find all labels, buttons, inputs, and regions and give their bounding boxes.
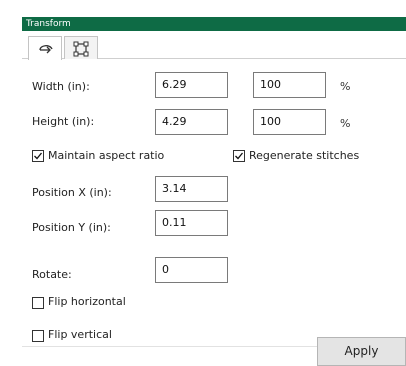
apply-button[interactable]: Apply [317, 337, 406, 366]
rotate-field[interactable]: 0 [155, 257, 228, 283]
width-field[interactable]: 6.29 [155, 72, 228, 98]
maintain-aspect-checkbox[interactable] [32, 150, 44, 162]
width-percent-unit: % [340, 80, 351, 93]
maintain-aspect-label: Maintain aspect ratio [48, 149, 165, 162]
flip-horizontal-label: Flip horizontal [48, 295, 126, 308]
flip-horizontal-checkbox[interactable] [32, 297, 44, 309]
rotate-arrow-icon [39, 45, 53, 54]
regenerate-stitches-label: Regenerate stitches [249, 149, 360, 162]
flip-vertical-checkbox[interactable] [32, 330, 44, 342]
regenerate-stitches-checkbox[interactable] [233, 150, 245, 162]
height-percent-unit: % [340, 117, 351, 130]
height-label: Height (in): [32, 115, 95, 128]
left-edge [0, 0, 22, 366]
transform-panel: Transform Width (in): 6.29 100 % Height … [0, 0, 406, 366]
bounding-box-icon [73, 41, 89, 57]
tab-rotate[interactable] [28, 36, 62, 60]
checkmark-icon [34, 152, 43, 160]
width-label: Width (in): [32, 80, 90, 93]
height-field[interactable]: 4.29 [155, 109, 228, 135]
position-x-field[interactable]: 3.14 [155, 176, 228, 202]
rotate-label: Rotate: [32, 268, 72, 281]
height-percent-field[interactable]: 100 [253, 109, 326, 135]
position-y-field[interactable]: 0.11 [155, 210, 228, 236]
checkmark-icon [235, 152, 244, 160]
panel-title: Transform [22, 17, 406, 31]
width-percent-field[interactable]: 100 [253, 72, 326, 98]
position-y-label: Position Y (in): [32, 221, 111, 234]
flip-vertical-label: Flip vertical [48, 328, 112, 341]
tab-bounding-box[interactable] [64, 36, 98, 59]
position-x-label: Position X (in): [32, 186, 112, 199]
